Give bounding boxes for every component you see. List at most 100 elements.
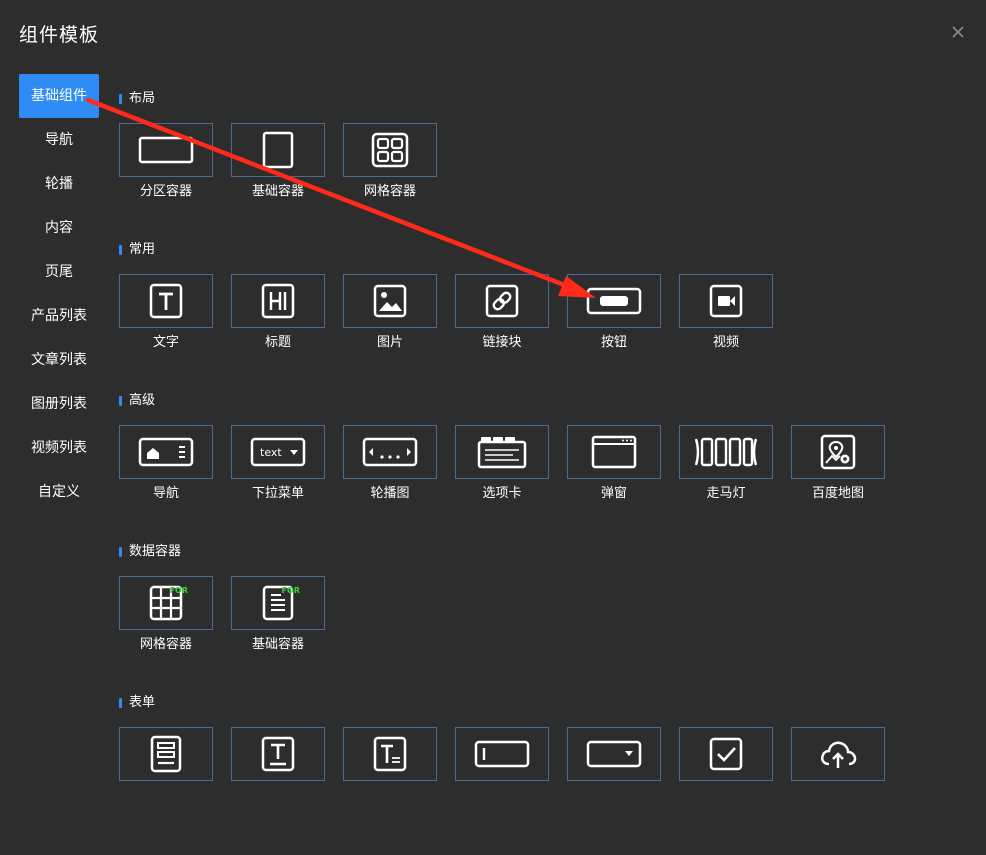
tile-label: 网格容器 bbox=[139, 637, 192, 652]
tile-tabs[interactable]: 选项卡 bbox=[455, 425, 549, 502]
sidebar-item-carousel[interactable]: 轮播 bbox=[19, 162, 99, 206]
tile-label bbox=[567, 788, 661, 792]
tile-label: 文字 bbox=[152, 335, 179, 350]
section-title: 布局 bbox=[119, 92, 155, 106]
tabs-icon bbox=[477, 437, 527, 469]
dropdown-icon: text bbox=[250, 437, 306, 467]
tile-label: 视频 bbox=[712, 335, 739, 350]
sidebar-item-footer[interactable]: 页尾 bbox=[19, 250, 99, 294]
tile-basic-container[interactable]: 基础容器 bbox=[231, 123, 325, 200]
tile-carousel[interactable]: 轮播图 bbox=[343, 425, 437, 502]
sidebar-item-video-list[interactable]: 视频列表 bbox=[19, 426, 99, 470]
section-title: 数据容器 bbox=[119, 545, 181, 559]
tile-label bbox=[791, 788, 885, 792]
tile-label: 网格容器 bbox=[363, 184, 416, 199]
section-data-container: 数据容器 FOR 网格容器 FOR 基础容器 bbox=[119, 539, 919, 690]
section-common: 常用 文字 标题 图片 链接块 按钮 视频 bbox=[119, 237, 919, 388]
tile-link-block[interactable]: 链接块 bbox=[455, 274, 549, 351]
tile-label: 链接块 bbox=[482, 335, 522, 350]
tile-grid-container[interactable]: 网格容器 bbox=[343, 123, 437, 200]
sidebar-item-article-list[interactable]: 文章列表 bbox=[19, 338, 99, 382]
heading-icon bbox=[261, 283, 295, 319]
tile-navbar[interactable]: 导航 bbox=[119, 425, 213, 502]
tile-input-box[interactable] bbox=[455, 727, 549, 792]
tile-label: 走马灯 bbox=[706, 486, 746, 501]
section-title: 高级 bbox=[119, 394, 155, 408]
tile-upload[interactable] bbox=[791, 727, 885, 792]
sidebar-item-custom[interactable]: 自定义 bbox=[19, 470, 99, 514]
tile-form[interactable] bbox=[119, 727, 213, 792]
tile-section-container[interactable]: 分区容器 bbox=[119, 123, 213, 200]
tile-text[interactable]: 文字 bbox=[119, 274, 213, 351]
component-template-dialog: 组件模板 基础组件 导航 轮播 内容 页尾 产品列表 文章列表 图册列表 视频列… bbox=[0, 0, 986, 855]
sidebar-item-basic[interactable]: 基础组件 bbox=[19, 74, 99, 118]
tile-checkbox[interactable] bbox=[679, 727, 773, 792]
map-icon bbox=[820, 434, 856, 470]
tile-label: 选项卡 bbox=[482, 486, 522, 501]
tile-label bbox=[455, 788, 549, 792]
section-form: 表单 bbox=[119, 690, 919, 792]
form-icon bbox=[150, 735, 182, 773]
tile-label bbox=[119, 788, 213, 792]
tile-baidu-map[interactable]: 百度地图 bbox=[791, 425, 885, 502]
tile-label: 导航 bbox=[152, 486, 179, 501]
tile-label: 基础容器 bbox=[251, 637, 304, 652]
tile-select[interactable] bbox=[567, 727, 661, 792]
button-icon bbox=[586, 287, 642, 315]
tile-textarea[interactable] bbox=[343, 727, 437, 792]
marquee-icon bbox=[694, 437, 758, 467]
section-title: 表单 bbox=[119, 696, 155, 710]
section-layout: 布局 分区容器 基础容器 网格容器 bbox=[119, 86, 919, 237]
sidebar-item-nav[interactable]: 导航 bbox=[19, 118, 99, 162]
sidebar-item-album-list[interactable]: 图册列表 bbox=[19, 382, 99, 426]
component-list: 布局 分区容器 基础容器 网格容器 常用 文字 标题 图片 链接块 按钮 视频 … bbox=[119, 86, 919, 792]
tile-label: 百度地图 bbox=[811, 486, 864, 501]
tile-label bbox=[343, 788, 437, 792]
tile-label: 基础容器 bbox=[251, 184, 304, 199]
tile-button[interactable]: 按钮 bbox=[567, 274, 661, 351]
section-title: 常用 bbox=[119, 243, 155, 257]
popup-icon bbox=[591, 435, 637, 469]
tile-data-basic-container[interactable]: FOR 基础容器 bbox=[231, 576, 325, 653]
tile-label: 图片 bbox=[376, 335, 403, 350]
tile-label: 按钮 bbox=[600, 335, 627, 350]
tile-text-input[interactable] bbox=[231, 727, 325, 792]
grid-container-icon bbox=[371, 132, 409, 168]
tile-data-grid-container[interactable]: FOR 网格容器 bbox=[119, 576, 213, 653]
navbar-icon bbox=[138, 437, 194, 467]
tile-label: 弹窗 bbox=[600, 486, 627, 501]
dialog-title: 组件模板 bbox=[19, 24, 100, 46]
close-icon[interactable] bbox=[948, 22, 968, 42]
category-sidebar: 基础组件 导航 轮播 内容 页尾 产品列表 文章列表 图册列表 视频列表 自定义 bbox=[19, 74, 99, 514]
text-input-icon bbox=[261, 736, 295, 772]
tile-video[interactable]: 视频 bbox=[679, 274, 773, 351]
tile-dropdown[interactable]: text 下拉菜单 bbox=[231, 425, 325, 502]
video-icon bbox=[709, 284, 743, 318]
tile-marquee[interactable]: 走马灯 bbox=[679, 425, 773, 502]
upload-icon bbox=[821, 741, 857, 768]
for-badge: FOR bbox=[169, 586, 188, 595]
tile-label: 标题 bbox=[264, 335, 291, 350]
tile-image[interactable]: 图片 bbox=[343, 274, 437, 351]
select-icon bbox=[586, 740, 642, 768]
carousel-icon bbox=[362, 437, 418, 467]
checkbox-icon bbox=[709, 737, 743, 771]
section-advanced: 高级 导航 text 下拉菜单 轮播图 选项卡 弹窗 走马灯 百度地图 bbox=[119, 388, 919, 539]
link-icon bbox=[485, 284, 519, 318]
for-badge: FOR bbox=[281, 586, 300, 595]
input-box-icon bbox=[474, 740, 530, 768]
basic-container-icon bbox=[262, 131, 294, 169]
tile-label: 轮播图 bbox=[370, 486, 410, 501]
textarea-icon bbox=[373, 736, 407, 772]
text-icon bbox=[149, 283, 183, 319]
tile-popup[interactable]: 弹窗 bbox=[567, 425, 661, 502]
tile-label: 分区容器 bbox=[139, 184, 192, 199]
tile-label bbox=[231, 788, 325, 792]
section-container-icon bbox=[138, 136, 194, 164]
tile-label: 下拉菜单 bbox=[251, 486, 304, 501]
sidebar-item-content[interactable]: 内容 bbox=[19, 206, 99, 250]
sidebar-item-product-list[interactable]: 产品列表 bbox=[19, 294, 99, 338]
dropdown-inner-text: text bbox=[260, 446, 282, 459]
tile-label bbox=[679, 788, 773, 792]
tile-heading[interactable]: 标题 bbox=[231, 274, 325, 351]
